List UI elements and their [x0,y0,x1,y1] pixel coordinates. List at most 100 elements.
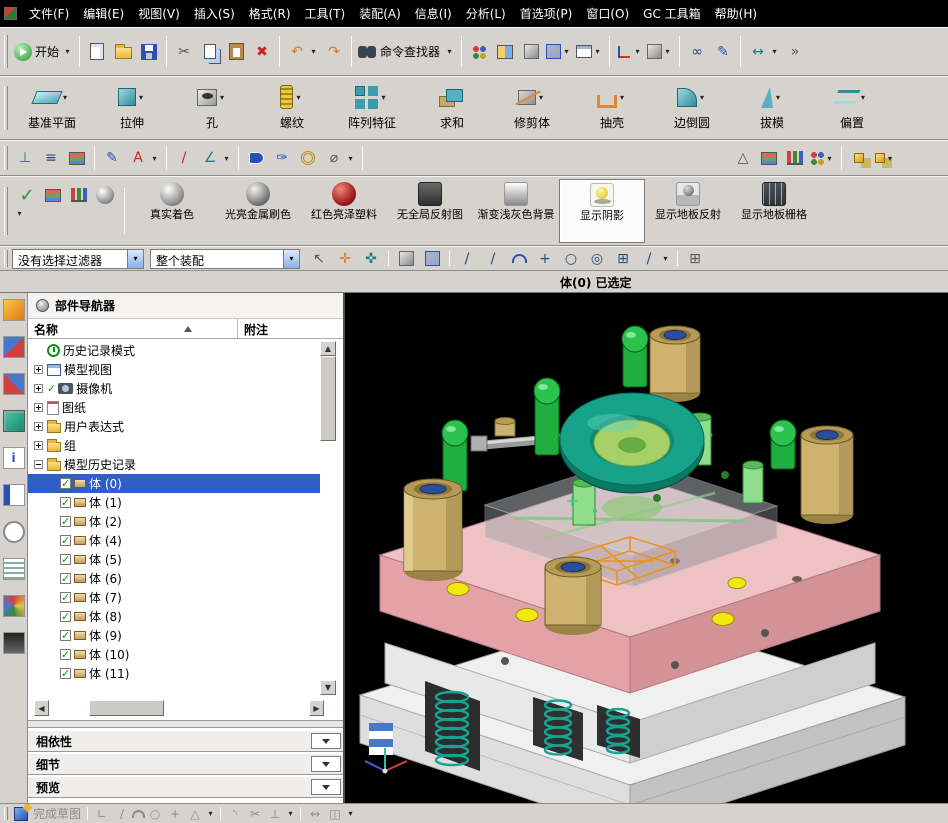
chevron-down-icon[interactable]: ▾ [221,154,232,163]
point-tool-button[interactable]: + [532,247,558,270]
offset-button[interactable]: ▾ 偏置 [812,79,892,137]
section-details[interactable]: 细节 [28,753,343,775]
floor-grid-button[interactable]: 显示地板栅格 [731,179,817,243]
chevron-down-icon[interactable]: ▾ [592,47,603,56]
chevron-down-icon[interactable] [311,756,341,772]
checkbox-checked[interactable] [60,553,71,566]
toolbar-grip[interactable] [4,250,8,267]
annotate-button[interactable]: ✑ [269,144,295,172]
scene-icon[interactable] [2,632,25,654]
menu-item-help[interactable]: 帮助(H) [708,2,764,25]
scroll-left-arrow[interactable]: ◀ [34,700,49,716]
menu-item-file[interactable]: 文件(F) [22,2,76,25]
panel-splitter[interactable] [28,720,343,728]
save-button[interactable] [136,38,162,66]
tree-row-model-history[interactable]: 模型历史记录 [28,455,320,474]
chevron-down-icon[interactable] [311,779,341,795]
grid-toggle-button[interactable]: ⊞ [682,247,708,270]
curve-more-button[interactable]: / ▾ [636,247,673,270]
checkbox-checked[interactable] [60,667,71,680]
measure-angle-button[interactable]: ∠ ▾ [197,144,234,172]
list-panel-icon[interactable] [2,558,25,580]
tree-row-body-10[interactable]: 体 (10) [28,645,320,664]
triangle-mesh-button[interactable]: △ [730,144,756,172]
arc-tool-button[interactable] [506,247,532,270]
chevron-down-icon[interactable]: ▾ [444,47,455,56]
paste-button[interactable] [223,38,249,66]
tree-row-model-views[interactable]: 模型视图 [28,360,320,379]
expand-plus-icon[interactable] [34,403,43,412]
point-icon[interactable]: + [165,807,185,821]
tree-row-cameras[interactable]: ✓ 摄像机 [28,379,320,398]
open-button[interactable] [110,38,136,66]
notebook-icon[interactable] [2,484,25,506]
unite-button[interactable]: ▾ 求和 [412,79,492,137]
thread-button[interactable]: ▾ 螺纹 [252,79,332,137]
chevron-down-icon[interactable]: ▾ [697,93,708,102]
column-header-note[interactable]: 附注 [238,319,343,338]
chevron-down-icon[interactable]: ▾ [283,249,299,268]
true-shading-button[interactable]: 真实着色 [129,179,215,243]
wireframe-view-button[interactable] [419,247,445,270]
tree-row-body-7[interactable]: 体 (7) [28,588,320,607]
line2-tool-button[interactable]: / [480,247,506,270]
chevron-down-icon[interactable]: ▾ [285,809,296,818]
expand-plus-icon[interactable] [34,384,43,393]
scrollbar-thumb[interactable] [89,700,164,716]
chevron-down-icon[interactable]: ▾ [885,154,896,163]
sketch-button[interactable]: ✎ [99,144,125,172]
chevron-down-icon[interactable]: ▾ [136,93,147,102]
scroll-up-arrow[interactable]: ▲ [320,341,336,356]
tree-row-body-8[interactable]: 体 (8) [28,607,320,626]
toolbar-grip[interactable] [4,187,8,235]
menu-item-tools[interactable]: 工具(T) [298,2,353,25]
trim-icon[interactable]: ✂ [245,807,265,821]
menu-item-edit[interactable]: 编辑(E) [76,2,131,25]
scroll-down-arrow[interactable]: ▼ [320,680,336,695]
circle-icon[interactable]: ○ [145,807,165,821]
hole-button[interactable]: ▾ 孔 [172,79,252,137]
style-table-button[interactable] [40,181,66,209]
command-finder-button[interactable]: 命令查找器 ▾ [356,38,457,66]
gradient-background-button[interactable]: 渐变浅灰色背景 [473,179,559,243]
apply-button[interactable]: ✓ [14,181,40,209]
polygon-icon[interactable]: △ [185,807,205,821]
chevron-down-icon[interactable]: ▾ [378,93,389,102]
datum-plane-button[interactable]: ▾ 基准平面 [12,79,92,137]
analysis-chart-button[interactable] [782,144,808,172]
shaded-display-button[interactable] [518,38,544,66]
chevron-down-icon[interactable]: ▾ [127,249,143,268]
shell-button[interactable]: ▾ 抽壳 [572,79,652,137]
start-button[interactable]: 开始 ▾ [12,38,75,66]
expand-plus-icon[interactable] [34,365,43,374]
chevron-down-icon[interactable]: ▾ [561,47,572,56]
snapshot-button[interactable]: ∞ [684,38,710,66]
window-layout-button[interactable] [492,38,518,66]
cut-button[interactable]: ✂ [171,38,197,66]
checkbox-checked[interactable] [60,610,71,623]
menu-item-analysis[interactable]: 分析(L) [459,2,513,25]
expand-plus-icon[interactable] [34,441,43,450]
toolbar-grip[interactable] [4,86,8,130]
chevron-down-icon[interactable]: ▾ [62,47,73,56]
select-face-button[interactable]: ✜ [358,247,384,270]
chevron-down-icon[interactable]: ▾ [660,254,671,263]
chevron-down-icon[interactable]: ▾ [769,47,780,56]
scrollbar-thumb[interactable] [320,356,336,441]
view-orient-button[interactable]: ▾ [645,38,675,66]
bodies-group2-button[interactable]: ▾ [872,144,898,172]
tree-row-drawing[interactable]: 图纸 [28,398,320,417]
collapse-minus-icon[interactable] [34,460,43,469]
part-navigator-icon[interactable] [2,410,25,432]
section-preview[interactable]: 预览 [28,776,343,798]
chevron-down-icon[interactable]: ▾ [662,47,673,56]
history-clock-icon[interactable] [2,521,25,543]
line-icon[interactable]: / [112,807,132,821]
checkbox-checked[interactable] [60,629,71,642]
toolbar-grip[interactable] [4,806,8,821]
chevron-down-icon[interactable]: ▾ [14,209,25,218]
chevron-down-icon[interactable]: ▾ [345,809,356,818]
chevron-down-icon[interactable]: ▾ [773,93,784,102]
shaded-view-button[interactable] [393,247,419,270]
graphics-window[interactable] [345,293,948,823]
